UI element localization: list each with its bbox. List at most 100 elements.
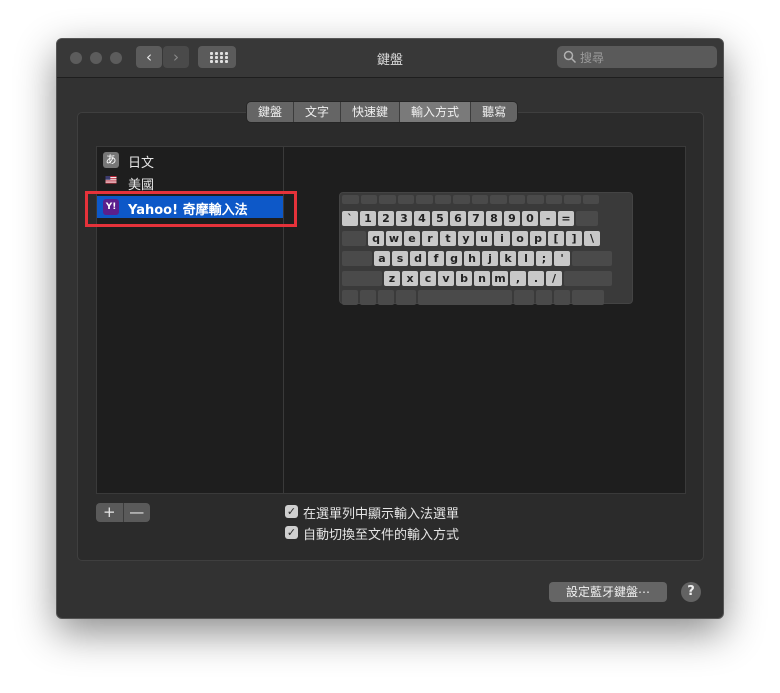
keyboard-key [342, 195, 359, 204]
keyboard-key [576, 211, 598, 226]
keyboard-preview: ` 1 2 3 4 5 6 7 8 9 0- = q w e r t y u i o p[] \ a s d f g h j k l; ' z x c… [284, 146, 686, 494]
keyboard-key [554, 290, 570, 305]
input-sources-panel: あ 日文 美國 Y! Yahoo! 奇摩輸入法 `1234567 [77, 112, 704, 561]
highlight-annotation [85, 191, 297, 227]
keyboard-key: g [446, 251, 462, 266]
keyboard-key: y [458, 231, 474, 246]
keyboard-key [397, 195, 414, 204]
keyboard-key: z [384, 271, 400, 286]
hiragana-a-icon: あ [103, 152, 119, 168]
keyboard-key: p [530, 231, 546, 246]
checkmark-icon: ✓ [285, 505, 298, 518]
keyboard-key: \ [584, 231, 600, 246]
keyboard-key: ` [342, 211, 358, 226]
search-placeholder: 搜尋 [580, 51, 605, 65]
keyboard-key [453, 195, 470, 204]
setup-bluetooth-keyboard-button[interactable]: 設定藍牙鍵盤⋯ [549, 582, 667, 602]
keyboard-key: l [518, 251, 534, 266]
keyboard-key [360, 290, 376, 305]
titlebar: ‹ › 鍵盤 搜尋 [57, 39, 723, 78]
tab-keyboard[interactable]: 鍵盤 [247, 102, 295, 122]
keyboard-key [418, 290, 512, 305]
search-icon [563, 50, 577, 64]
keyboard-key [572, 251, 612, 266]
keyboard-key: ; [536, 251, 552, 266]
list-controls: + — [96, 503, 150, 522]
search-field[interactable]: 搜尋 [557, 46, 717, 68]
keyboard-key: h [464, 251, 480, 266]
checkbox-label: 自動切換至文件的輸入方式 [303, 528, 460, 543]
keyboard-key [342, 271, 382, 286]
keyboard-key: u [476, 231, 492, 246]
tab-dictation[interactable]: 聽寫 [471, 102, 518, 122]
keyboard-key: 0 [522, 211, 538, 226]
keyboard-key: b [456, 271, 472, 286]
keyboard-key [564, 271, 612, 286]
keyboard-key: k [500, 251, 516, 266]
keyboard-key: v [438, 271, 454, 286]
keyboard-key: e [404, 231, 420, 246]
checkmark-icon: ✓ [285, 526, 298, 539]
keyboard-key: ] [566, 231, 582, 246]
keyboard-key [378, 290, 394, 305]
keyboard-key: 3 [396, 211, 412, 226]
keyboard-key: . [528, 271, 544, 286]
keyboard-key: / [546, 271, 562, 286]
keyboard-key: , [510, 271, 526, 286]
keyboard-key [582, 195, 599, 204]
keyboard-key [379, 195, 396, 204]
keyboard-key: 4 [414, 211, 430, 226]
keyboard-key [471, 195, 488, 204]
keyboard-key: n [474, 271, 490, 286]
keyboard-key: m [492, 271, 508, 286]
keyboard-key [416, 195, 433, 204]
keyboard-key: f [428, 251, 444, 266]
remove-input-source-button[interactable]: — [124, 503, 151, 522]
keyboard-key: 5 [432, 211, 448, 226]
keyboard-key: d [410, 251, 426, 266]
keyboard-key: 2 [378, 211, 394, 226]
list-item-label: 日文 [128, 156, 155, 171]
keyboard-key: [ [548, 231, 564, 246]
keyboard-key: = [558, 211, 574, 226]
keyboard-key: - [540, 211, 556, 226]
help-button[interactable]: ? [681, 582, 701, 602]
keyboard-key: 9 [504, 211, 520, 226]
tab-text[interactable]: 文字 [294, 102, 342, 122]
checkbox-label: 在選單列中顯示輸入法選單 [303, 507, 460, 522]
keyboard-key [536, 290, 552, 305]
keyboard-key: a [374, 251, 390, 266]
keyboard-key [527, 195, 544, 204]
keyboard-key: i [494, 231, 510, 246]
keyboard-key: c [420, 271, 436, 286]
tab-input-sources[interactable]: 輸入方式 [400, 102, 472, 122]
keyboard-key: j [482, 251, 498, 266]
keyboard-key: o [512, 231, 528, 246]
keyboard-key [396, 290, 416, 305]
keyboard-key: w [386, 231, 402, 246]
list-item-us[interactable]: 美國 [97, 171, 283, 193]
keyboard-key: 8 [486, 211, 502, 226]
keyboard-key: r [422, 231, 438, 246]
keyboard-key [434, 195, 451, 204]
keyboard-key [342, 231, 366, 246]
keyboard-key: 1 [360, 211, 376, 226]
keyboard-key [572, 290, 604, 305]
system-preferences-window: ‹ › 鍵盤 搜尋 鍵盤 文字 快速鍵 輸入方式 聽寫 あ 日文 美國 Y! Y… [56, 38, 724, 619]
keyboard-layout-graphic: ` 1 2 3 4 5 6 7 8 9 0- = q w e r t y u i o p[] \ a s d f g h j k l; ' z x c… [339, 192, 633, 305]
keyboard-key [360, 195, 377, 204]
keyboard-key [564, 195, 581, 204]
add-input-source-button[interactable]: + [96, 503, 124, 522]
list-item-japanese[interactable]: あ 日文 [97, 149, 283, 171]
keyboard-key: ' [554, 251, 570, 266]
keyboard-key [514, 290, 534, 305]
keyboard-key [342, 251, 372, 266]
keyboard-key [342, 290, 358, 305]
keyboard-key: x [402, 271, 418, 286]
keyboard-key: s [392, 251, 408, 266]
keyboard-key [545, 195, 562, 204]
tab-bar: 鍵盤 文字 快速鍵 輸入方式 聽寫 [247, 102, 518, 122]
keyboard-key: t [440, 231, 456, 246]
tab-shortcuts[interactable]: 快速鍵 [341, 102, 401, 122]
keyboard-key [508, 195, 525, 204]
